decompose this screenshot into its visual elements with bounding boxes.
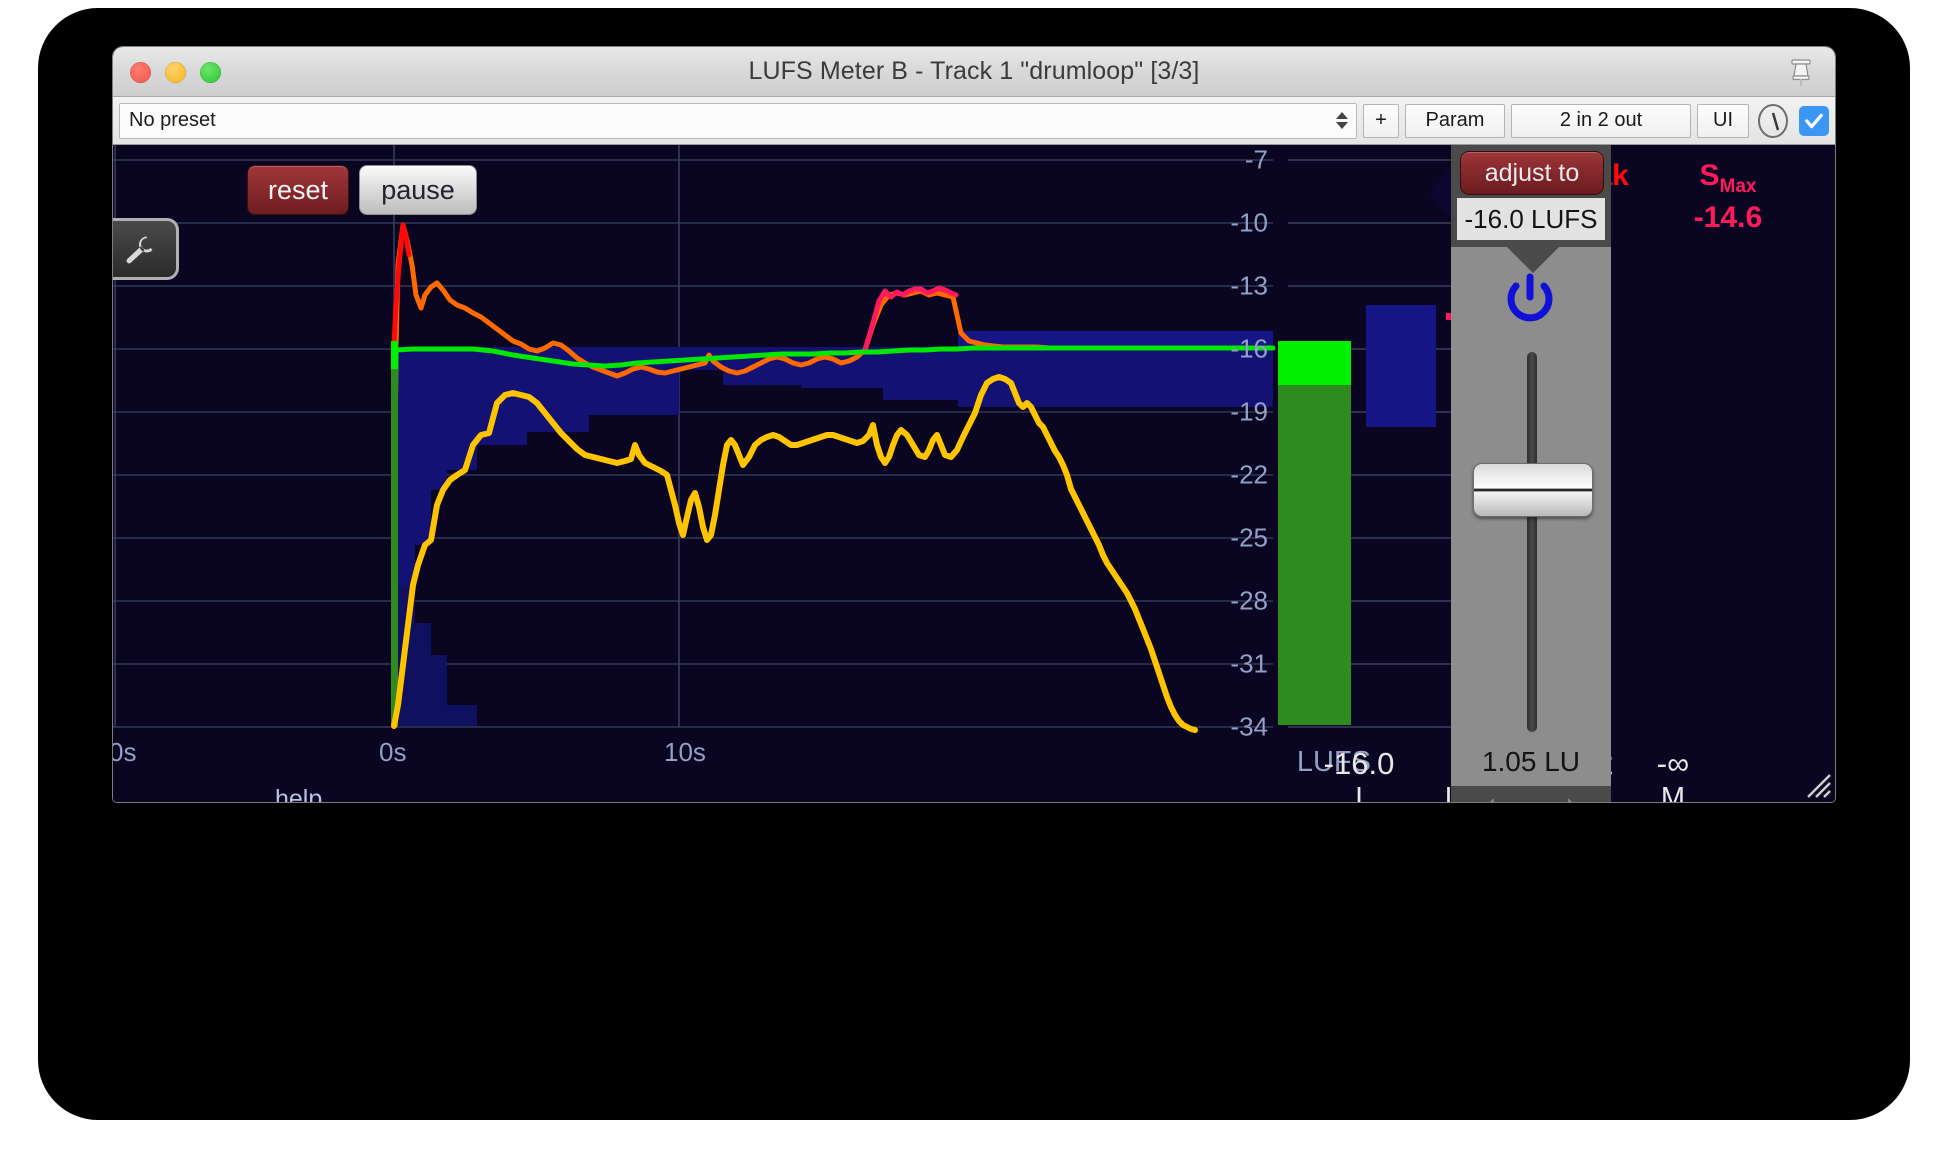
y-tick-label: -28	[1230, 585, 1268, 616]
readout-value: -∞	[1656, 746, 1690, 781]
adjust-to-button[interactable]: adjust to	[1460, 151, 1604, 195]
x-tick-label: 0s	[379, 737, 407, 767]
panel-footer: Sync off	[1451, 786, 1611, 802]
plugin-body: -7 -10 -13 -16 -19 -22 -25 -28 -31 -34 0…	[113, 145, 1835, 802]
readout-integrated: -16.0 I	[1299, 746, 1419, 802]
power-icon[interactable]	[1501, 270, 1559, 328]
readout-unit: M	[1660, 781, 1686, 802]
clock-icon[interactable]	[1755, 103, 1791, 139]
x-tick-label: 0s	[113, 737, 137, 767]
smax-label: SMax	[1699, 159, 1757, 197]
pause-button[interactable]: pause	[359, 165, 477, 215]
readout-value: -16.0	[1323, 746, 1395, 781]
readout-unit: I	[1354, 781, 1364, 802]
param-button[interactable]: Param	[1405, 103, 1505, 138]
plugin-window: LUFS Meter B - Track 1 "drumloop" [3/3] …	[113, 47, 1835, 802]
plugin-toolbar: No preset + Param 2 in 2 out UI	[113, 97, 1835, 145]
y-tick-label: -19	[1230, 396, 1268, 427]
y-tick-label: -34	[1230, 711, 1268, 742]
gain-value: 1.05 LU	[1481, 746, 1581, 777]
bypass-checkbox[interactable]	[1799, 105, 1829, 136]
title-bar: LUFS Meter B - Track 1 "drumloop" [3/3]	[113, 47, 1835, 97]
y-tick-label: -7	[1244, 144, 1268, 175]
readout-momentary: -∞ M	[1613, 746, 1733, 802]
io-config-button[interactable]: 2 in 2 out	[1511, 103, 1691, 138]
smax-value: -14.6	[1693, 200, 1763, 234]
x-tick-label: 10s	[664, 737, 706, 767]
gain-slider-track[interactable]	[1527, 352, 1537, 732]
preset-value: No preset	[129, 109, 216, 131]
meter-bars	[1278, 305, 1436, 725]
settings-button[interactable]	[113, 218, 179, 280]
y-tick-label: -22	[1230, 459, 1268, 490]
undo-redo-group	[1451, 790, 1611, 802]
undo-icon	[1490, 798, 1494, 802]
y-tick-label: -16	[1230, 333, 1268, 364]
redo-icon	[1568, 798, 1572, 802]
wrench-icon	[126, 236, 153, 264]
preset-stepper-icon[interactable]	[1334, 112, 1350, 129]
adjust-panel: adjust to -16.0 LUFS 1.05 LU	[1429, 145, 1611, 802]
gain-slider-thumb[interactable]	[1473, 463, 1593, 517]
adjust-target-value[interactable]: -16.0 LUFS	[1457, 198, 1605, 240]
help-link[interactable]: help	[275, 785, 322, 802]
loudness-graph[interactable]: -7 -10 -13 -16 -19 -22 -25 -28 -31 -34 0…	[113, 145, 1451, 802]
window-title: LUFS Meter B - Track 1 "drumloop" [3/3]	[748, 57, 1200, 85]
reset-button[interactable]: reset	[247, 165, 349, 215]
y-tick-label: -10	[1230, 207, 1268, 238]
y-tick-label: -13	[1230, 270, 1268, 301]
ui-button[interactable]: UI	[1697, 103, 1749, 138]
resize-grip[interactable]	[1798, 765, 1832, 799]
adjust-pointer-icon	[1429, 167, 1451, 219]
add-preset-button[interactable]: +	[1363, 103, 1399, 138]
adjust-header: adjust to -16.0 LUFS	[1429, 145, 1611, 273]
y-tick-label: -25	[1230, 522, 1268, 553]
pushpin-icon[interactable]	[1784, 55, 1818, 89]
smax-readout: SMax -14.6	[1658, 157, 1798, 236]
y-tick-label: -31	[1230, 648, 1268, 679]
preset-selector[interactable]: No preset	[119, 102, 1357, 139]
